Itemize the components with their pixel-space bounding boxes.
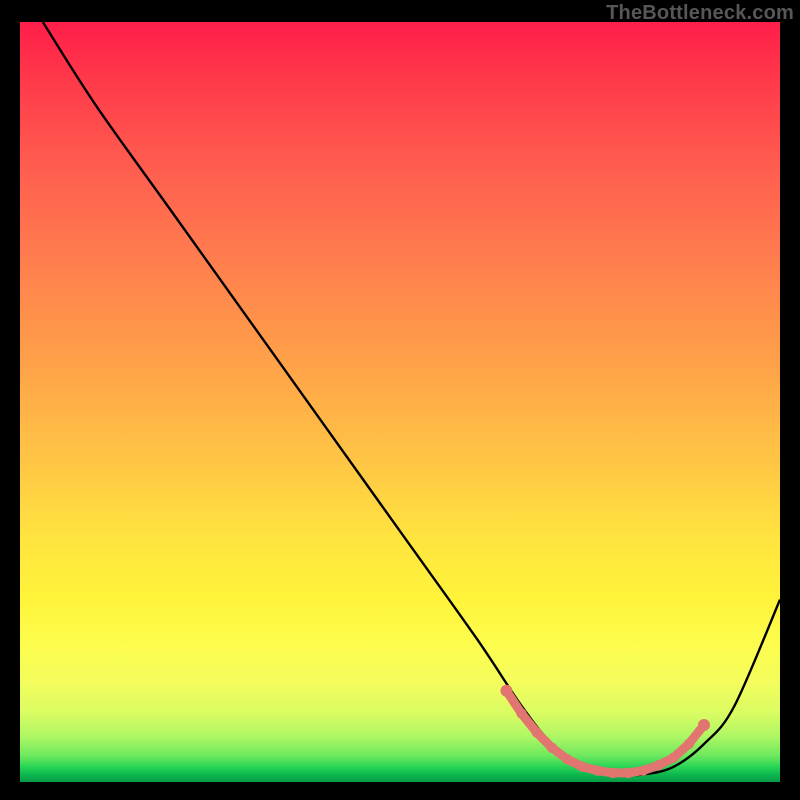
valley-dot [562,754,572,764]
chart-frame: TheBottleneck.com [0,0,800,800]
valley-dot [608,768,618,778]
gradient-plot-area [20,22,780,782]
bottleneck-curve-path [43,22,780,775]
valley-dot [684,739,694,749]
valley-dot [668,753,678,763]
valley-dot [653,760,663,770]
curve-layer [20,22,780,782]
valley-dot [592,765,602,775]
valley-dot [577,762,587,772]
valley-dot [516,708,526,718]
valley-dot [500,685,512,697]
valley-dot [547,743,557,753]
valley-dot [532,727,542,737]
valley-dot [623,768,633,778]
valley-dot [698,719,710,731]
valley-dot [638,765,648,775]
